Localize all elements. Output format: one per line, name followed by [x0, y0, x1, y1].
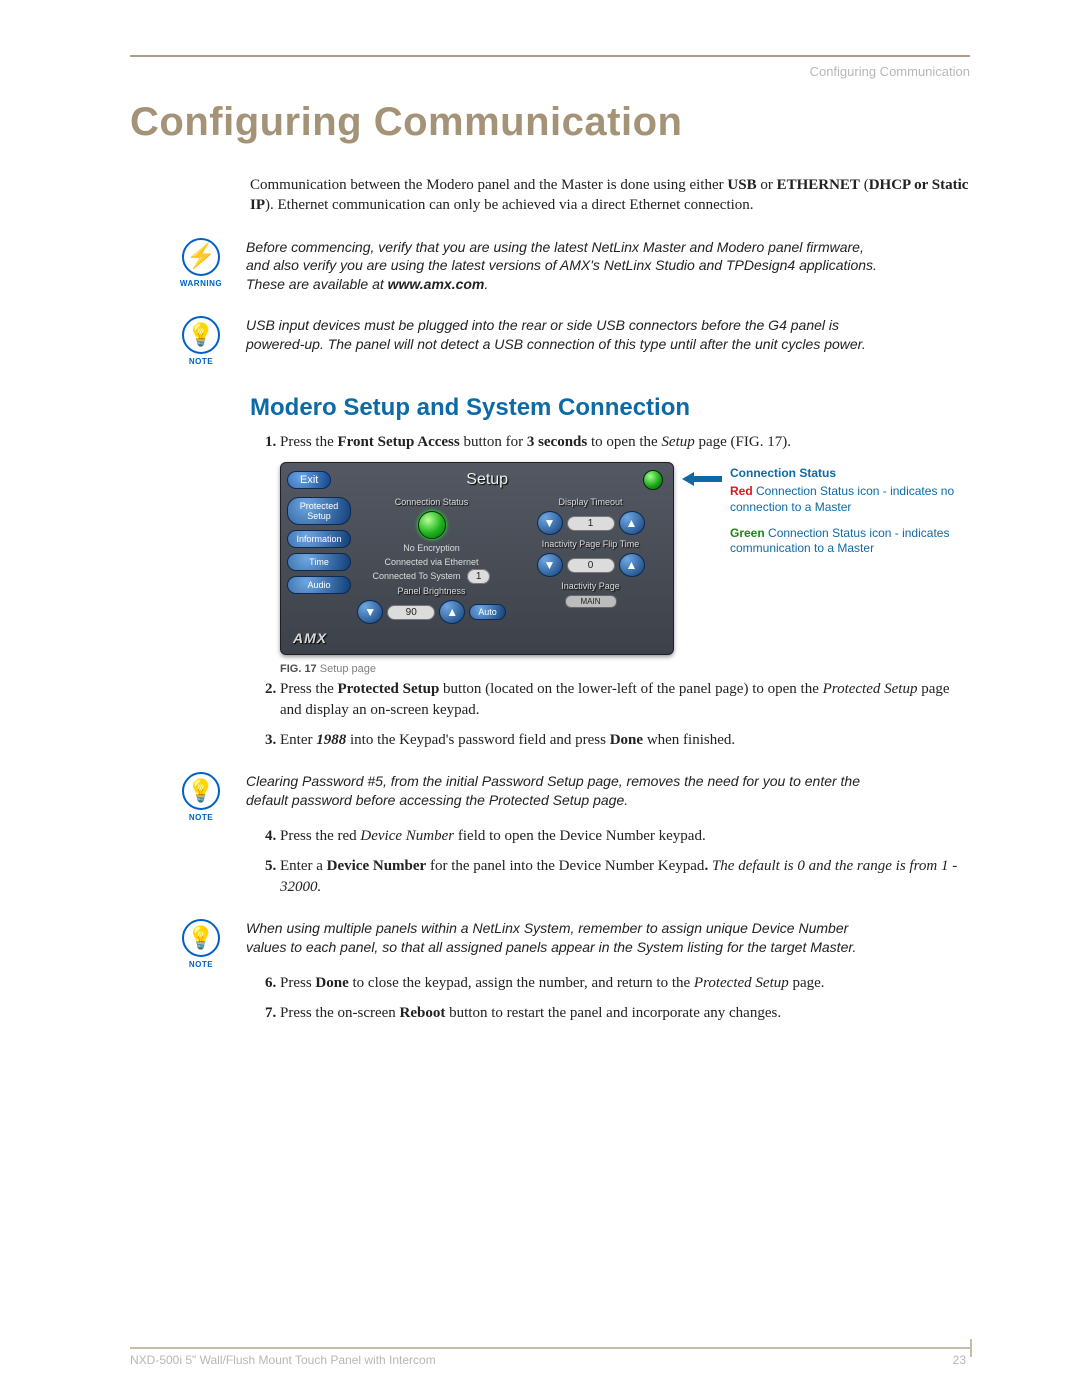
warning-icon: ⚡	[182, 238, 220, 276]
no-encryption-text: No Encryption	[403, 543, 460, 553]
lightbulb-icon: 💡	[182, 919, 220, 957]
inactivity-page-value: MAIN	[565, 595, 617, 608]
warning-label: WARNING	[180, 279, 222, 288]
sidebar-item-audio[interactable]: Audio	[287, 576, 351, 594]
note-label: NOTE	[189, 357, 213, 366]
step-1: Press the Front Setup Access button for …	[280, 432, 970, 452]
figure-caption: FIG. 17 Setup page	[280, 663, 970, 675]
exit-button[interactable]: Exit	[287, 471, 331, 489]
inactivity-flip-label: Inactivity Page Flip Time	[542, 539, 640, 549]
flip-value: 0	[567, 558, 615, 573]
timeout-down-button[interactable]: ▼	[537, 511, 563, 535]
brightness-value: 90	[387, 605, 435, 620]
step-7: Press the on-screen Reboot button to res…	[280, 1003, 970, 1023]
note-label: NOTE	[189, 960, 213, 969]
footer-page-number: 23	[953, 1353, 966, 1367]
connection-status-label: Connection Status	[395, 497, 469, 507]
sidebar-item-time[interactable]: Time	[287, 553, 351, 571]
step-6: Press Done to close the keypad, assign t…	[280, 973, 970, 993]
connection-status-group: Connection Status No Encryption Connecte…	[355, 497, 508, 624]
timeout-value: 1	[567, 516, 615, 531]
flip-up-button[interactable]: ▲	[619, 553, 645, 577]
intro-paragraph: Communication between the Modero panel a…	[250, 175, 970, 216]
lightbulb-icon: 💡	[182, 316, 220, 354]
legend-header: Connection Status	[730, 466, 960, 480]
setup-title: Setup	[331, 471, 643, 489]
panel-brightness-label: Panel Brightness	[397, 586, 465, 596]
timeout-group: Display Timeout ▼ 1 ▲ Inactivity Page Fl…	[514, 497, 667, 624]
lightbulb-icon: 💡	[182, 772, 220, 810]
figure-17: Exit Setup Protected Setup Information T…	[280, 462, 990, 655]
amx-logo: AMX	[287, 630, 667, 646]
running-head: Configuring Communication	[810, 64, 970, 79]
footer-text: NXD-500i 5" Wall/Flush Mount Touch Panel…	[130, 1353, 436, 1367]
steps-list-cont2: Press the red Device Number field to ope…	[250, 826, 970, 897]
flip-down-button[interactable]: ▼	[537, 553, 563, 577]
status-led-icon	[643, 470, 663, 490]
brightness-down-button[interactable]: ▼	[357, 600, 383, 624]
sidebar-item-protected-setup[interactable]: Protected Setup	[287, 497, 351, 525]
step-5: Enter a Device Number for the panel into…	[280, 856, 970, 897]
brightness-auto-button[interactable]: Auto	[469, 604, 506, 620]
inactivity-page-label: Inactivity Page	[561, 581, 620, 591]
note-callout-3: 💡 NOTE When using multiple panels within…	[180, 919, 970, 969]
step-2: Press the Protected Setup button (locate…	[280, 679, 970, 720]
brightness-up-button[interactable]: ▲	[439, 600, 465, 624]
connection-led-icon	[418, 511, 446, 539]
note-callout-2: 💡 NOTE Clearing Password #5, from the in…	[180, 772, 970, 822]
steps-list-cont3: Press Done to close the keypad, assign t…	[250, 973, 970, 1024]
steps-list-cont: Press the Protected Setup button (locate…	[250, 679, 970, 750]
note-callout-1: 💡 NOTE USB input devices must be plugged…	[180, 316, 970, 366]
step-4: Press the red Device Number field to ope…	[280, 826, 970, 846]
warning-callout: ⚡ WARNING Before commencing, verify that…	[180, 238, 970, 295]
callout-arrow-icon	[682, 472, 722, 486]
step-3: Enter 1988 into the Keypad's password fi…	[280, 730, 970, 750]
sidebar: Protected Setup Information Time Audio	[287, 497, 351, 624]
sidebar-item-information[interactable]: Information	[287, 530, 351, 548]
note-label: NOTE	[189, 813, 213, 822]
steps-list: Press the Front Setup Access button for …	[250, 432, 970, 452]
setup-screenshot: Exit Setup Protected Setup Information T…	[280, 462, 674, 655]
connected-to-text: Connected To System 1	[373, 571, 491, 582]
connection-status-legend: Connection Status Red Connection Status …	[730, 466, 960, 566]
timeout-up-button[interactable]: ▲	[619, 511, 645, 535]
connected-via-text: Connected via Ethernet	[384, 557, 478, 567]
display-timeout-label: Display Timeout	[558, 497, 622, 507]
section-heading: Modero Setup and System Connection	[250, 394, 970, 422]
